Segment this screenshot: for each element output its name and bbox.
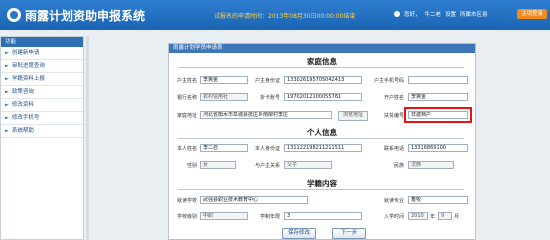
major-label: 就读专业 xyxy=(383,198,404,204)
id-label: 本人身份证 xyxy=(254,146,280,152)
section-divider xyxy=(178,67,464,68)
arrow-right-icon: ► xyxy=(5,115,9,121)
user-name[interactable]: 牛二老 xyxy=(425,10,442,18)
hh-name-label: 户主姓名 xyxy=(176,78,197,84)
logout-button[interactable]: 注销登录 xyxy=(517,9,547,19)
phone-label: 联系电话 xyxy=(383,146,404,152)
sidebar-item-label: 创建新申请 xyxy=(11,50,40,56)
bank-label: 银行名称 xyxy=(176,95,197,101)
sidebar-splitter[interactable] xyxy=(86,36,89,240)
level-select[interactable]: 中职 xyxy=(200,212,248,220)
gender-select[interactable]: 女 xyxy=(200,161,236,169)
name-input[interactable]: 李二召 xyxy=(200,144,248,152)
system-input[interactable]: 3 xyxy=(284,212,362,220)
ethnicity-label: 民族 xyxy=(393,163,404,169)
sidebar-item-edit-phone[interactable]: ► 修改手机号 xyxy=(1,112,83,125)
section-divider xyxy=(178,189,464,190)
app-title: 雨露计划资助申报系统 xyxy=(25,9,146,23)
family-section-title: 家庭信息 xyxy=(307,57,337,66)
region-link[interactable]: 所属市区县 xyxy=(460,10,488,18)
relation-select[interactable]: 父子 xyxy=(284,161,332,169)
relation-label: 与户主关系 xyxy=(254,163,280,169)
user-icon xyxy=(394,11,400,17)
next-button[interactable]: 下一步 xyxy=(332,228,366,239)
school-section-title: 学籍内容 xyxy=(307,179,337,188)
sidebar-item-edit-profile[interactable]: ► 修改资料 xyxy=(1,99,83,112)
school-input[interactable]: 武强县职业技术教育中心 xyxy=(200,196,308,204)
arrow-right-icon: ► xyxy=(5,102,9,108)
school-label: 就读学校 xyxy=(176,198,197,204)
sidebar-item-help[interactable]: ► 系统帮助 xyxy=(1,125,83,138)
entry-year-select[interactable]: 2010 xyxy=(408,212,428,220)
user-area: 您好， 牛二老 设置 所属市区县 xyxy=(394,10,488,18)
year-unit: 年 xyxy=(430,214,436,220)
id-input[interactable]: 131122198211211511 xyxy=(284,144,362,152)
sidebar-item-label: 系统帮助 xyxy=(11,128,34,134)
sidebar: 功能 ► 创建新申请 ► 审批进度查询 ► 学籍资料上报 ► 政策咨询 ► 修改资料 ► 修… xyxy=(0,36,84,240)
sidebar-heading: 功能 xyxy=(1,37,83,47)
system-label: 学制年限 xyxy=(259,214,280,220)
hh-name-input[interactable]: 李爽金 xyxy=(200,76,248,84)
panel-title: 雨露计划学员申请表 xyxy=(169,44,475,53)
browse-address-button[interactable]: 浏览地址 xyxy=(338,111,368,121)
section-divider xyxy=(178,138,464,139)
hh-phone-label: 户主手机号码 xyxy=(373,78,404,84)
card-label: 折卡账号 xyxy=(259,95,280,101)
sidebar-item-label: 审批进度查询 xyxy=(11,63,45,69)
arrow-right-icon: ► xyxy=(5,128,9,134)
entry-month-select[interactable]: 9 xyxy=(438,212,452,220)
sidebar-item-label: 修改手机号 xyxy=(11,115,40,121)
sidebar-item-label: 修改资料 xyxy=(11,102,34,108)
sidebar-item-progress[interactable]: ► 审批进度查询 xyxy=(1,60,83,73)
arrow-right-icon: ► xyxy=(5,89,9,95)
hh-id-input[interactable]: 133026195705042413 xyxy=(284,76,362,84)
app-logo-icon xyxy=(7,8,21,22)
arrow-right-icon: ► xyxy=(5,63,9,69)
entry-label: 入学时间 xyxy=(383,214,404,220)
sidebar-item-label: 政策咨询 xyxy=(11,89,34,95)
ethnicity-select[interactable]: 汉族 xyxy=(408,161,454,169)
user-greeting: 您好， xyxy=(404,12,421,18)
hh-id-label: 户主身份证 xyxy=(254,78,280,84)
sidebar-item-new-application[interactable]: ► 创建新申请 xyxy=(1,47,83,60)
address-label: 家庭地址 xyxy=(176,113,197,119)
card-input[interactable]: 19702012100055781 xyxy=(284,93,362,101)
hh-phone-input[interactable] xyxy=(408,76,468,84)
settings-link[interactable]: 设置 xyxy=(445,10,456,18)
sidebar-item-school-records[interactable]: ► 学籍资料上报 xyxy=(1,73,83,86)
application-form-panel: 雨露计划学员申请表 xyxy=(168,43,476,240)
app-header: 雨露计划资助申报系统 试报名的申请时间：2013年08月30日00:00:00结… xyxy=(0,0,550,30)
poverty-id-label: 扶贫编号 xyxy=(383,113,404,119)
arrow-right-icon: ► xyxy=(5,76,9,82)
arrow-right-icon: ► xyxy=(5,50,9,56)
address-input[interactable]: 河北省衡水市阜城县抚庄乡南柳村李庄 xyxy=(200,111,332,119)
major-input[interactable]: 畜牧 xyxy=(408,196,468,204)
name-label: 本人姓名 xyxy=(176,146,197,152)
account-name-input[interactable]: 李爽金 xyxy=(408,93,468,101)
phone-input[interactable]: 13316869100 xyxy=(408,144,468,152)
deadline-notice: 试报名的申请时间：2013年08月30日00:00:00结束 xyxy=(214,13,356,20)
sidebar-item-label: 学籍资料上报 xyxy=(11,76,45,82)
save-button[interactable]: 保存修改 xyxy=(282,228,316,239)
account-name-label: 开户姓名 xyxy=(383,95,404,101)
month-unit: 月 xyxy=(454,214,460,220)
bank-select[interactable]: 农村信用社 xyxy=(200,93,248,101)
personal-section-title: 个人信息 xyxy=(307,128,337,137)
gender-label: 性别 xyxy=(186,163,197,169)
sidebar-item-policy[interactable]: ► 政策咨询 xyxy=(1,86,83,99)
level-label: 学校级别 xyxy=(176,214,197,220)
highlight-box xyxy=(404,107,472,123)
